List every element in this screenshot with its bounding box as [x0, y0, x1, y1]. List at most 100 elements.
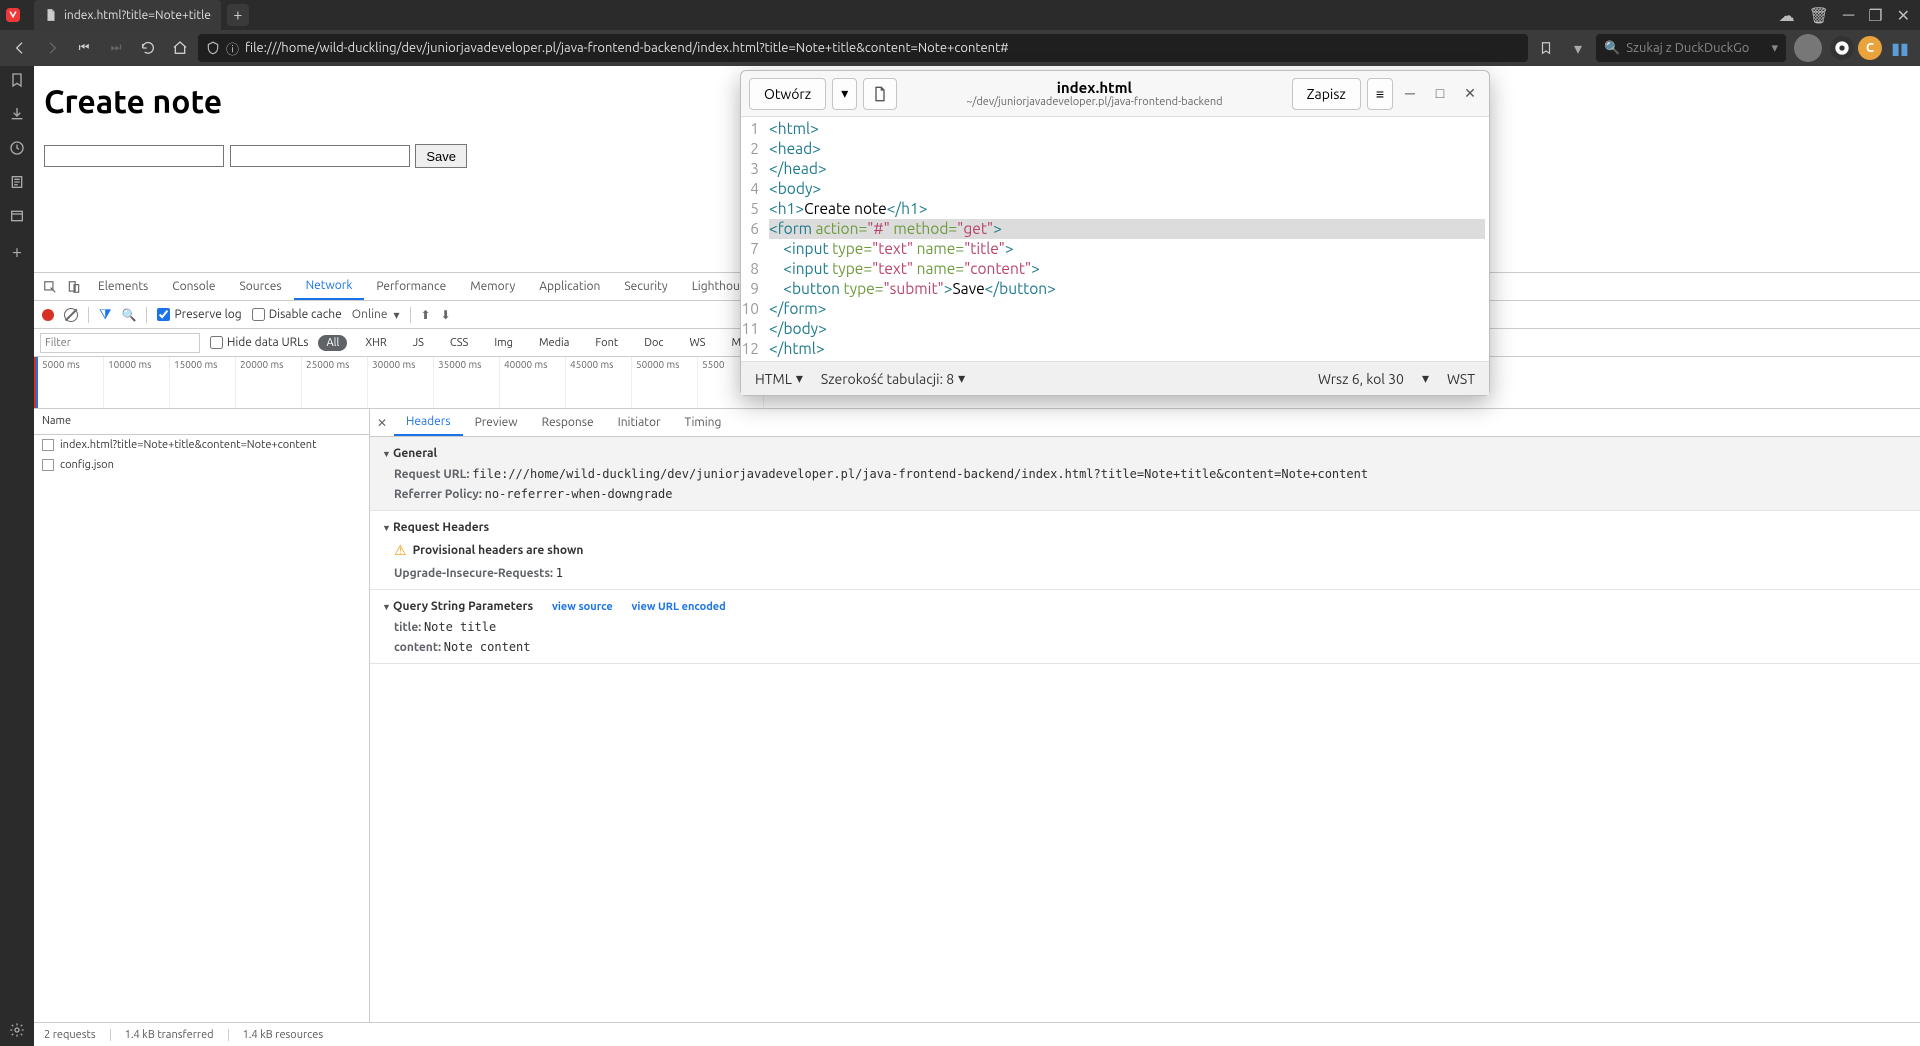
devtools-status-bar: 2 requests 1.4 kB transferred 1.4 kB res…	[34, 1022, 1920, 1046]
provisional-warning: ⚠Provisional headers are shown	[370, 538, 1920, 563]
panel-toggle-icon[interactable]: ▮▮	[1886, 34, 1914, 62]
detail-tab-preview[interactable]: Preview	[463, 409, 530, 436]
close-details-button[interactable]: ✕	[370, 409, 394, 436]
detail-tab-response[interactable]: Response	[530, 409, 606, 436]
back-button[interactable]	[6, 34, 34, 62]
code-area[interactable]: <html> <head> </head> <body> <h1>Create …	[765, 117, 1489, 361]
history-icon[interactable]	[9, 140, 25, 156]
title-input[interactable]	[44, 145, 224, 167]
home-button[interactable]	[166, 34, 194, 62]
request-row[interactable]: config.json	[34, 455, 369, 475]
add-panel-icon[interactable]: +	[12, 242, 22, 262]
browser-tab-strip: index.html?title=Note+title + ☁ 🗑 ─ ❐ ✕	[0, 0, 1920, 30]
tab-memory[interactable]: Memory	[458, 273, 527, 300]
section-request-headers-head[interactable]: Request Headers	[370, 517, 1920, 538]
open-button[interactable]: Otwórz	[749, 78, 826, 110]
new-tab-button[interactable]: +	[227, 4, 249, 26]
network-body: Name index.html?title=Note+title&content…	[34, 409, 1920, 1022]
filter-img[interactable]: Img	[486, 335, 521, 351]
hide-data-urls-checkbox[interactable]: Hide data URLs	[210, 336, 308, 349]
section-general-head[interactable]: General	[370, 443, 1920, 464]
chevron-down-icon[interactable]: ▾	[1564, 34, 1592, 62]
search-box[interactable]: 🔍 Szukaj z DuckDuckGo ▾	[1596, 34, 1786, 62]
detail-tab-timing[interactable]: Timing	[673, 409, 734, 436]
filter-xhr[interactable]: XHR	[357, 335, 394, 351]
cloud-icon[interactable]: ☁	[1779, 6, 1795, 25]
request-row[interactable]: index.html?title=Note+title&content=Note…	[34, 435, 369, 455]
window-controls: ☁ 🗑 ─ ❐ ✕	[1779, 6, 1920, 25]
editor-close-button[interactable]: ✕	[1459, 85, 1481, 102]
info-icon[interactable]: ⓘ	[226, 39, 239, 58]
close-window-button[interactable]: ✕	[1897, 6, 1910, 25]
tab-elements[interactable]: Elements	[86, 273, 160, 300]
clear-button[interactable]	[64, 308, 78, 322]
filter-doc[interactable]: Doc	[636, 335, 671, 351]
record-button[interactable]	[42, 309, 54, 321]
window-icon[interactable]	[9, 208, 25, 224]
forward-button[interactable]	[38, 34, 66, 62]
chevron-down-icon[interactable]: ▾	[1771, 41, 1778, 56]
filter-css[interactable]: CSS	[442, 335, 476, 351]
view-url-encoded-link[interactable]: view URL encoded	[632, 601, 726, 613]
download-har-icon[interactable]: ⬇	[441, 308, 451, 322]
bookmarks-icon[interactable]	[9, 72, 25, 88]
filter-font[interactable]: Font	[587, 335, 626, 351]
editor-header[interactable]: Otwórz ▾ index.html ~/dev/juniorjavadeve…	[741, 71, 1489, 117]
filter-all[interactable]: All	[318, 335, 347, 351]
detail-tab-headers[interactable]: Headers	[394, 409, 463, 436]
tab-network[interactable]: Network	[294, 273, 365, 300]
editor-maximize-button[interactable]: □	[1429, 85, 1451, 102]
maximize-button[interactable]: ❐	[1868, 6, 1882, 25]
open-menu-button[interactable]: ▾	[832, 78, 857, 110]
editor-minimize-button[interactable]: ─	[1399, 85, 1421, 102]
section-query-params-head[interactable]: Query String Parameters view source view…	[370, 596, 1920, 617]
trash-icon[interactable]: 🗑	[1809, 6, 1829, 25]
vivaldi-icon[interactable]	[6, 8, 20, 22]
browser-tab[interactable]: index.html?title=Note+title	[34, 0, 221, 30]
content-input[interactable]	[230, 145, 410, 167]
notes-icon[interactable]	[9, 174, 25, 190]
reload-button[interactable]	[134, 34, 162, 62]
detail-tab-initiator[interactable]: Initiator	[606, 409, 673, 436]
upload-har-icon[interactable]: ⬆	[421, 308, 431, 322]
filter-media[interactable]: Media	[531, 335, 577, 351]
save-button[interactable]: Save	[415, 144, 467, 168]
tab-sources[interactable]: Sources	[227, 273, 293, 300]
bookmark-button[interactable]	[1532, 41, 1560, 55]
name-column-header[interactable]: Name	[34, 409, 369, 435]
filter-input[interactable]	[40, 333, 200, 353]
tab-application[interactable]: Application	[527, 273, 612, 300]
insert-mode[interactable]: WST	[1447, 371, 1475, 387]
new-file-button[interactable]	[863, 78, 897, 110]
tab-performance[interactable]: Performance	[364, 273, 458, 300]
search-icon[interactable]: 🔍	[122, 308, 137, 322]
url-bar[interactable]: ⓘ file:///home/wild-duckling/dev/juniorj…	[198, 34, 1528, 62]
extension-icon-1[interactable]	[1830, 36, 1854, 60]
profile-avatar[interactable]	[1794, 34, 1822, 62]
shield-icon[interactable]	[206, 41, 220, 55]
fast-forward-button[interactable]: ⏭	[102, 34, 130, 62]
gear-icon[interactable]	[9, 1022, 25, 1038]
editor-body[interactable]: 123456789101112 <html> <head> </head> <b…	[741, 117, 1489, 361]
filter-icon[interactable]: ⧩	[99, 306, 112, 323]
save-file-button[interactable]: Zapisz	[1292, 78, 1361, 110]
minimize-button[interactable]: ─	[1843, 6, 1854, 25]
preserve-log-checkbox[interactable]: Preserve log	[157, 308, 241, 321]
inspect-element-icon[interactable]	[38, 273, 62, 300]
filter-js[interactable]: JS	[405, 335, 432, 351]
tab-console[interactable]: Console	[160, 273, 227, 300]
language-selector[interactable]: HTML ▾	[755, 370, 803, 387]
disable-cache-checkbox[interactable]: Disable cache	[252, 308, 342, 321]
rewind-button[interactable]: ⏮	[70, 34, 98, 62]
view-source-link[interactable]: view source	[552, 601, 613, 613]
downloads-icon[interactable]	[9, 106, 25, 122]
filter-ws[interactable]: WS	[682, 335, 714, 351]
section-request-headers: Request Headers ⚠Provisional headers are…	[370, 511, 1920, 590]
chevron-down-icon[interactable]: ▾	[1422, 370, 1429, 387]
tab-security[interactable]: Security	[612, 273, 679, 300]
throttling-select[interactable]: Online ▾	[352, 308, 400, 322]
tab-width-selector[interactable]: Szerokość tabulacji: 8 ▾	[821, 370, 965, 387]
device-toggle-icon[interactable]	[62, 273, 86, 300]
extension-icon-2[interactable]: C	[1858, 36, 1882, 60]
hamburger-menu-button[interactable]: ≡	[1367, 78, 1393, 110]
